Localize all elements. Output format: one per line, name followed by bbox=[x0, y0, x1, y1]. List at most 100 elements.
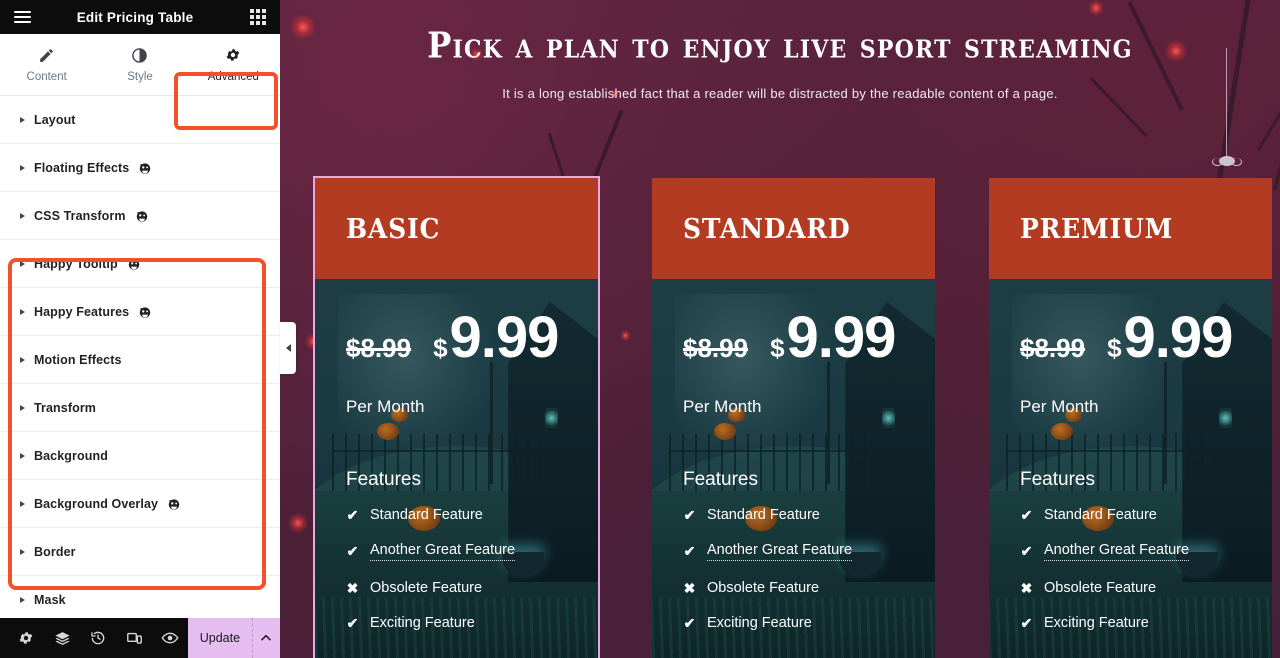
pricing-card-basic[interactable]: BASIC $8.99 $ 9.99 Per Month Features ✔ … bbox=[313, 176, 600, 658]
feature-label-with-tooltip[interactable]: Another Great Feature bbox=[370, 542, 516, 561]
check-icon: ✔ bbox=[683, 614, 696, 631]
panel-section-border[interactable]: Border bbox=[0, 528, 280, 576]
feature-item: ✖ Obsolete Feature bbox=[346, 579, 515, 597]
feature-label: Standard Feature bbox=[370, 507, 483, 523]
chevron-right-icon bbox=[20, 212, 25, 219]
chevron-up-icon[interactable] bbox=[251, 618, 280, 658]
features-heading: Features bbox=[1020, 469, 1095, 490]
feature-item: ✔ Standard Feature bbox=[1020, 506, 1189, 524]
price-row: $8.99 $ 9.99 bbox=[346, 305, 560, 370]
price-row: $8.99 $ 9.99 bbox=[1020, 308, 1233, 366]
page-title: Pick a plan to enjoy live sport streamin… bbox=[427, 23, 1133, 67]
card-body: $8.99 $ 9.99 Per Month Features ✔ Standa… bbox=[315, 279, 598, 658]
responsive-mode-icon[interactable] bbox=[116, 618, 152, 658]
tab-content-label: Content bbox=[26, 71, 67, 83]
update-button[interactable]: Update bbox=[188, 618, 252, 658]
panel-label: Mask bbox=[34, 592, 66, 607]
currency-symbol: $ bbox=[433, 333, 448, 363]
panel-section-mask[interactable]: Mask bbox=[0, 576, 280, 624]
panel-section-layout[interactable]: Layout bbox=[0, 96, 280, 144]
feature-label: Obsolete Feature bbox=[370, 580, 483, 596]
chevron-right-icon bbox=[20, 596, 25, 603]
plan-title: PREMIUM bbox=[1020, 212, 1174, 245]
price-value: 9.99 bbox=[449, 305, 560, 370]
tab-content[interactable]: Content bbox=[0, 34, 93, 95]
panel-section-background[interactable]: Background bbox=[0, 432, 280, 480]
current-price: $ 9.99 bbox=[433, 305, 560, 370]
pricing-card-standard[interactable]: STANDARD $8.99 $ 9.99 Per Month Features… bbox=[652, 178, 935, 658]
feature-item: ✖ Obsolete Feature bbox=[1020, 579, 1189, 597]
happy-addons-icon bbox=[139, 306, 151, 318]
chevron-right-icon bbox=[20, 452, 25, 459]
plan-title: STANDARD bbox=[683, 212, 851, 245]
check-icon: ✔ bbox=[1020, 506, 1033, 523]
settings-panel-list[interactable]: Layout Floating Effects CSS Transform Ha… bbox=[0, 96, 280, 658]
features-list: ✔ Standard Feature ✔ Another Great Featu… bbox=[1020, 506, 1190, 631]
settings-gear-icon[interactable] bbox=[8, 618, 44, 658]
check-icon: ✔ bbox=[1020, 614, 1033, 631]
original-price: $8.99 bbox=[683, 333, 749, 363]
sidebar-tabs: Content Style Advanced bbox=[0, 34, 280, 130]
check-icon: ✔ bbox=[683, 543, 696, 559]
panel-label: Motion Effects bbox=[34, 352, 122, 367]
feature-item: ✔ Standard Feature bbox=[346, 506, 515, 524]
tab-advanced[interactable]: Advanced bbox=[187, 34, 280, 95]
feature-label: Exciting Feature bbox=[707, 615, 812, 631]
chevron-right-icon bbox=[20, 356, 25, 363]
footer-icon-group bbox=[0, 618, 188, 658]
chevron-left-icon bbox=[285, 344, 291, 352]
panel-label: Happy Tooltip bbox=[34, 256, 118, 271]
panel-label: CSS Transform bbox=[34, 208, 126, 223]
feature-item: ✔ Standard Feature bbox=[683, 506, 852, 524]
panel-section-background-overlay[interactable]: Background Overlay bbox=[0, 480, 280, 528]
spider-icon bbox=[1212, 156, 1242, 166]
panel-label: Floating Effects bbox=[34, 160, 130, 175]
cross-icon: ✖ bbox=[1020, 579, 1033, 596]
pricing-card-premium[interactable]: PREMIUM $8.99 $ 9.99 Per Month Features … bbox=[989, 178, 1272, 658]
chevron-right-icon bbox=[20, 404, 25, 411]
feature-label-with-tooltip[interactable]: Another Great Feature bbox=[1044, 542, 1190, 561]
panel-section-floating-effects[interactable]: Floating Effects bbox=[0, 144, 280, 192]
grid-apps-icon[interactable] bbox=[236, 0, 280, 34]
layers-icon[interactable] bbox=[44, 618, 80, 658]
feature-label: Obsolete Feature bbox=[1044, 580, 1157, 596]
feature-item: ✔ Another Great Feature bbox=[683, 542, 853, 561]
panel-label: Border bbox=[34, 544, 76, 559]
features-heading: Features bbox=[346, 469, 421, 490]
panel-section-happy-tooltip[interactable]: Happy Tooltip bbox=[0, 240, 280, 288]
collapse-panel-handle[interactable] bbox=[280, 322, 296, 374]
hero-section: Pick a plan to enjoy live sport streamin… bbox=[280, 0, 1280, 101]
feature-label: Standard Feature bbox=[1044, 507, 1157, 523]
editor-window: Edit Pricing Table Content Style Advance… bbox=[0, 0, 1280, 658]
feature-item: ✔ Another Great Feature bbox=[346, 542, 516, 561]
sidebar-footer-toolbar: Update bbox=[0, 618, 280, 658]
preview-eye-icon[interactable] bbox=[152, 618, 188, 658]
editor-sidebar: Edit Pricing Table Content Style Advance… bbox=[0, 0, 280, 658]
panel-section-happy-features[interactable]: Happy Features bbox=[0, 288, 280, 336]
panel-section-transform[interactable]: Transform bbox=[0, 384, 280, 432]
check-icon: ✔ bbox=[346, 614, 359, 631]
panel-section-motion-effects[interactable]: Motion Effects bbox=[0, 336, 280, 384]
history-icon[interactable] bbox=[80, 618, 116, 658]
card-header: BASIC bbox=[315, 178, 598, 279]
card-header: STANDARD bbox=[652, 178, 935, 279]
card-body: $8.99 $ 9.99 Per Month Features ✔ Standa… bbox=[652, 279, 935, 658]
check-icon: ✔ bbox=[683, 506, 696, 523]
cross-icon: ✖ bbox=[346, 579, 359, 596]
feature-label: Exciting Feature bbox=[1044, 615, 1149, 631]
feature-label-with-tooltip[interactable]: Another Great Feature bbox=[707, 542, 853, 561]
feature-item: ✔ Exciting Feature bbox=[683, 614, 852, 632]
check-icon: ✔ bbox=[346, 543, 359, 559]
feature-item: ✔ Exciting Feature bbox=[346, 614, 515, 632]
check-icon: ✔ bbox=[346, 506, 359, 523]
sidebar-header: Edit Pricing Table bbox=[0, 0, 280, 34]
feature-item: ✖ Obsolete Feature bbox=[683, 580, 852, 597]
happy-addons-icon bbox=[168, 498, 180, 510]
chevron-right-icon bbox=[20, 116, 25, 123]
plan-title: BASIC bbox=[346, 212, 441, 245]
original-price: $8.99 bbox=[1020, 333, 1086, 363]
panel-section-css-transform[interactable]: CSS Transform bbox=[0, 192, 280, 240]
tab-advanced-label: Advanced bbox=[207, 71, 259, 83]
chevron-right-icon bbox=[20, 260, 25, 267]
tab-style[interactable]: Style bbox=[93, 34, 186, 95]
